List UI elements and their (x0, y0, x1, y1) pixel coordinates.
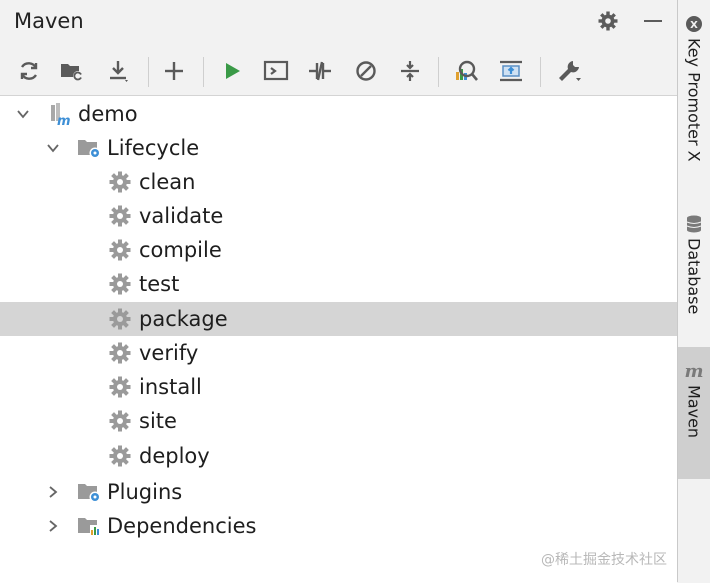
tree-label: Lifecycle (107, 136, 200, 160)
tree-node-plugins[interactable]: Plugins (0, 475, 677, 509)
plus-icon[interactable] (160, 57, 188, 85)
tree-node-lifecycle[interactable]: Lifecycle (0, 131, 677, 165)
terminal-icon[interactable] (262, 57, 290, 85)
tree-label: clean (139, 170, 196, 194)
lifecycle-goal[interactable]: deploy (0, 439, 677, 473)
panel-title: Maven (14, 9, 84, 33)
download-icon[interactable] (105, 57, 133, 85)
minimize-icon[interactable] (641, 9, 665, 33)
gear-icon (107, 203, 133, 229)
maven-m-icon: m (684, 361, 703, 381)
chevron-down-icon[interactable] (45, 140, 61, 156)
refresh-icon[interactable] (15, 57, 43, 85)
lifecycle-folder-icon (76, 135, 102, 161)
tree-node-demo[interactable]: m demo (0, 97, 677, 131)
database-icon (686, 215, 702, 233)
gear-icon (107, 169, 133, 195)
tree-label: verify (139, 341, 199, 365)
plugins-folder-icon (76, 479, 102, 505)
maven-toolbar (0, 49, 677, 93)
stripe-tab-label: Key Promoter X (684, 38, 704, 162)
maven-module-icon: m (47, 101, 73, 127)
offline-icon[interactable] (306, 57, 334, 85)
folder-sync-icon[interactable] (58, 57, 86, 85)
wrench-icon[interactable] (556, 57, 584, 85)
lifecycle-goal[interactable]: clean (0, 165, 677, 199)
right-tool-stripe: X Key Promoter X Database m Maven (678, 0, 710, 582)
chevron-down-icon[interactable] (15, 106, 31, 122)
key-promoter-icon: X (686, 16, 702, 32)
skip-tests-icon[interactable] (352, 57, 380, 85)
analyze-icon[interactable] (452, 57, 480, 85)
svg-text:X: X (690, 20, 698, 31)
expand-icon[interactable] (497, 57, 525, 85)
tree-label: validate (139, 204, 224, 228)
stripe-tab-maven[interactable]: m Maven (678, 347, 710, 479)
gear-icon (107, 408, 133, 434)
tree-label: install (139, 375, 202, 399)
toolbar-separator (203, 57, 204, 87)
chevron-right-icon[interactable] (45, 518, 61, 534)
tree-label: site (139, 409, 177, 433)
gear-icon (107, 306, 133, 332)
watermark: @稀土掘金技术社区 (541, 552, 667, 568)
lifecycle-goal[interactable]: test (0, 267, 677, 301)
gear-icon[interactable] (596, 9, 620, 33)
maven-project-tree: m demo Lifecycle clean validate compile … (0, 95, 677, 583)
lifecycle-goal-selected[interactable]: package (0, 302, 677, 336)
gear-icon (107, 237, 133, 263)
stripe-tab-label: Maven (684, 385, 704, 439)
gear-icon (107, 443, 133, 469)
dependencies-folder-icon (76, 513, 102, 539)
stripe-tab-database[interactable]: Database (678, 214, 710, 332)
toolbar-separator (438, 57, 439, 87)
tree-label: demo (78, 102, 138, 126)
collapse-icon[interactable] (396, 57, 424, 85)
gear-icon (107, 374, 133, 400)
stripe-tab-key-promoter[interactable]: X Key Promoter X (678, 14, 710, 194)
tree-label: Dependencies (107, 514, 257, 538)
tree-label: Plugins (107, 480, 183, 504)
gear-icon (107, 340, 133, 366)
lifecycle-goal[interactable]: validate (0, 199, 677, 233)
svg-text:m: m (684, 361, 703, 381)
chevron-right-icon[interactable] (45, 484, 61, 500)
tree-label: compile (139, 238, 222, 262)
tree-label: test (139, 272, 180, 296)
toolbar-separator (148, 57, 149, 87)
gear-icon (107, 271, 133, 297)
play-icon[interactable] (218, 57, 246, 85)
tree-node-dependencies[interactable]: Dependencies (0, 509, 677, 543)
tree-label: package (139, 307, 228, 331)
tree-label: deploy (139, 444, 210, 468)
stripe-tab-label: Database (684, 238, 704, 315)
tool-window-header: Maven (0, 0, 677, 42)
lifecycle-goal[interactable]: install (0, 370, 677, 404)
lifecycle-goal[interactable]: compile (0, 233, 677, 267)
lifecycle-goal[interactable]: site (0, 404, 677, 438)
maven-tool-window: Maven m demo Lifecycle clean validate co… (0, 0, 678, 583)
lifecycle-goal[interactable]: verify (0, 336, 677, 370)
toolbar-separator (540, 57, 541, 87)
svg-text:m: m (57, 114, 71, 127)
